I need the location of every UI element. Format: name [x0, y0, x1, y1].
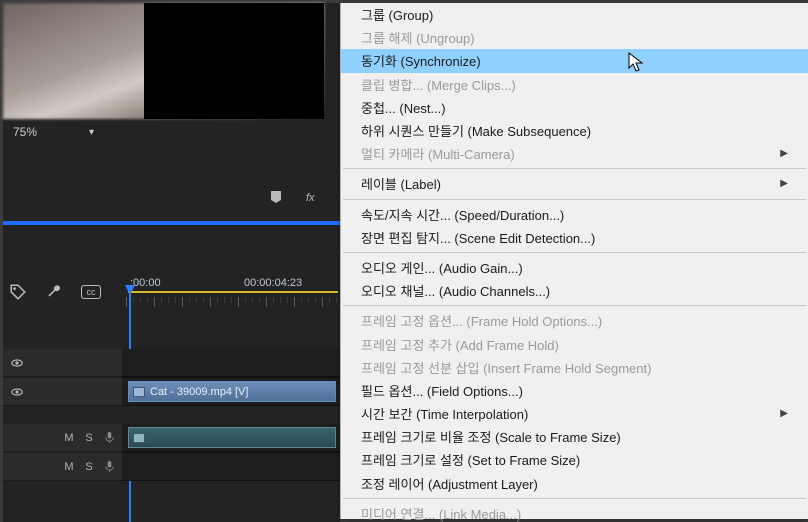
menu-item-label: 그룹 (Group): [361, 5, 433, 24]
menu-item[interactable]: 조정 레이어 (Adjustment Layer): [341, 472, 808, 495]
menu-item-label: 클립 병합... (Merge Clips...): [361, 75, 516, 94]
menu-item-label: 조정 레이어 (Adjustment Layer): [361, 474, 538, 493]
menu-item-label: 속도/지속 시간... (Speed/Duration...): [361, 205, 564, 224]
menu-item-label: 레이블 (Label): [361, 174, 441, 193]
menu-item[interactable]: 레이블 (Label) ▶: [341, 172, 808, 195]
menu-separator: [343, 199, 806, 200]
track-a2[interactable]: M S: [3, 453, 340, 481]
time-ruler[interactable]: :00:00 00:00:04:23: [122, 277, 340, 301]
menu-item-label: 오디오 게인... (Audio Gain...): [361, 258, 523, 277]
menu-item-label: 프레임 고정 선분 삽입 (Insert Frame Hold Segment): [361, 358, 651, 377]
menu-separator: [343, 168, 806, 169]
menu-item[interactable]: 그룹 (Group): [341, 3, 808, 26]
menu-item-label: 미디어 연결... (Link Media...): [361, 504, 521, 522]
menu-item-label: 프레임 크기로 비율 조정 (Scale to Frame Size): [361, 427, 621, 446]
video-clip[interactable]: Cat - 39009.mp4 [V]: [128, 381, 336, 402]
panel-divider: [3, 223, 340, 225]
menu-item: 멀티 카메라 (Multi-Camera) ▶: [341, 142, 808, 165]
clip-fx-icon: [133, 433, 145, 443]
menu-item-label: 중첩... (Nest...): [361, 98, 446, 117]
wrench-icon[interactable]: [45, 283, 63, 301]
eye-icon[interactable]: [9, 355, 25, 371]
track-body[interactable]: [122, 453, 340, 481]
menu-item[interactable]: 시간 보간 (Time Interpolation) ▶: [341, 402, 808, 425]
menu-item[interactable]: 오디오 게인... (Audio Gain...): [341, 256, 808, 279]
menu-item-label: 동기화 (Synchronize): [361, 51, 481, 70]
menu-separator: [343, 498, 806, 499]
menu-item-label: 그룹 해제 (Ungroup): [361, 28, 475, 47]
svg-text:fx: fx: [306, 192, 315, 204]
menu-item: 프레임 고정 선분 삽입 (Insert Frame Hold Segment): [341, 356, 808, 379]
menu-item[interactable]: 필드 옵션... (Field Options...): [341, 379, 808, 402]
mic-icon[interactable]: [102, 431, 116, 445]
menu-separator: [343, 305, 806, 306]
caption-icon[interactable]: cc: [81, 285, 101, 299]
menu-item[interactable]: 중첩... (Nest...): [341, 96, 808, 119]
menu-item[interactable]: 프레임 크기로 비율 조정 (Scale to Frame Size): [341, 425, 808, 448]
context-menu: 그룹 (Group) 그룹 해제 (Ungroup) 동기화 (Synchroniz…: [340, 3, 808, 519]
track-header[interactable]: M S: [3, 453, 122, 481]
clip-label: Cat - 39009.mp4 [V]: [150, 386, 248, 398]
timeline-tool-row: cc: [9, 283, 101, 301]
track-body[interactable]: [122, 424, 340, 452]
video-preview-letterbox: [144, 3, 324, 119]
menu-item[interactable]: 속도/지속 시간... (Speed/Duration...): [341, 203, 808, 226]
chevron-down-icon: ▾: [89, 127, 94, 138]
clip-fx-icon: [133, 387, 145, 397]
menu-separator: [343, 252, 806, 253]
menu-item-label: 시간 보간 (Time Interpolation): [361, 404, 528, 423]
track-body[interactable]: [122, 349, 340, 377]
menu-item-label: 장면 편집 탐지... (Scene Edit Detection...): [361, 228, 595, 247]
track-header[interactable]: [3, 349, 122, 377]
zoom-dropdown[interactable]: 75% ▾: [13, 122, 103, 142]
menu-item: 프레임 고정 옵션... (Frame Hold Options...): [341, 309, 808, 332]
ruler-tick-label: 00:00:04:23: [244, 277, 302, 289]
work-area-bar[interactable]: [128, 291, 338, 293]
menu-item: 그룹 해제 (Ungroup): [341, 26, 808, 49]
menu-item: 프레임 고정 추가 (Add Frame Hold): [341, 332, 808, 355]
menu-item[interactable]: 장면 편집 탐지... (Scene Edit Detection...): [341, 226, 808, 249]
track-v1[interactable]: Cat - 39009.mp4 [V]: [3, 378, 340, 406]
ruler-ticks: [126, 297, 340, 307]
solo-button[interactable]: S: [82, 461, 96, 473]
menu-item-label: 프레임 크기로 설정 (Set to Frame Size): [361, 450, 580, 469]
track-v2[interactable]: [3, 349, 340, 377]
marker-icon[interactable]: [268, 189, 284, 205]
track-body[interactable]: Cat - 39009.mp4 [V]: [122, 378, 340, 406]
menu-item-label: 프레임 고정 추가 (Add Frame Hold): [361, 335, 559, 354]
tag-icon[interactable]: [9, 283, 27, 301]
zoom-value: 75%: [13, 125, 37, 139]
submenu-arrow-icon: ▶: [780, 178, 788, 189]
menu-item[interactable]: 오디오 채널... (Audio Channels...): [341, 279, 808, 302]
track-header[interactable]: [3, 378, 122, 406]
menu-item[interactable]: 하위 시퀀스 만들기 (Make Subsequence): [341, 119, 808, 142]
mute-button[interactable]: M: [62, 461, 76, 473]
menu-item-label: 필드 옵션... (Field Options...): [361, 381, 523, 400]
app-frame: 75% ▾ fx cc :00:00 00:00:04:23: [0, 0, 808, 522]
timeline-panel: cc :00:00 00:00:04:23: [3, 223, 340, 522]
menu-item-label: 오디오 채널... (Audio Channels...): [361, 281, 550, 300]
audio-clip[interactable]: [128, 427, 336, 448]
menu-item[interactable]: 동기화 (Synchronize): [341, 49, 808, 72]
track-divider: [3, 406, 340, 424]
monitor-toolbar: fx: [3, 171, 340, 223]
fx-icon[interactable]: fx: [306, 189, 322, 205]
playhead[interactable]: [125, 285, 135, 299]
eye-icon[interactable]: [9, 384, 25, 400]
menu-item-label: 프레임 고정 옵션... (Frame Hold Options...): [361, 311, 602, 330]
submenu-arrow-icon: ▶: [780, 148, 788, 159]
menu-item-label: 하위 시퀀스 만들기 (Make Subsequence): [361, 121, 591, 140]
track-header[interactable]: M S: [3, 424, 122, 452]
track-a1[interactable]: M S: [3, 424, 340, 452]
mic-icon[interactable]: [102, 460, 116, 474]
submenu-arrow-icon: ▶: [780, 408, 788, 419]
menu-item[interactable]: 프레임 크기로 설정 (Set to Frame Size): [341, 448, 808, 471]
menu-item: 클립 병합... (Merge Clips...): [341, 73, 808, 96]
program-monitor: 75% ▾: [3, 3, 340, 146]
mute-button[interactable]: M: [62, 432, 76, 444]
menu-item: 미디어 연결... (Link Media...): [341, 502, 808, 522]
solo-button[interactable]: S: [82, 432, 96, 444]
menu-item-label: 멀티 카메라 (Multi-Camera): [361, 144, 515, 163]
